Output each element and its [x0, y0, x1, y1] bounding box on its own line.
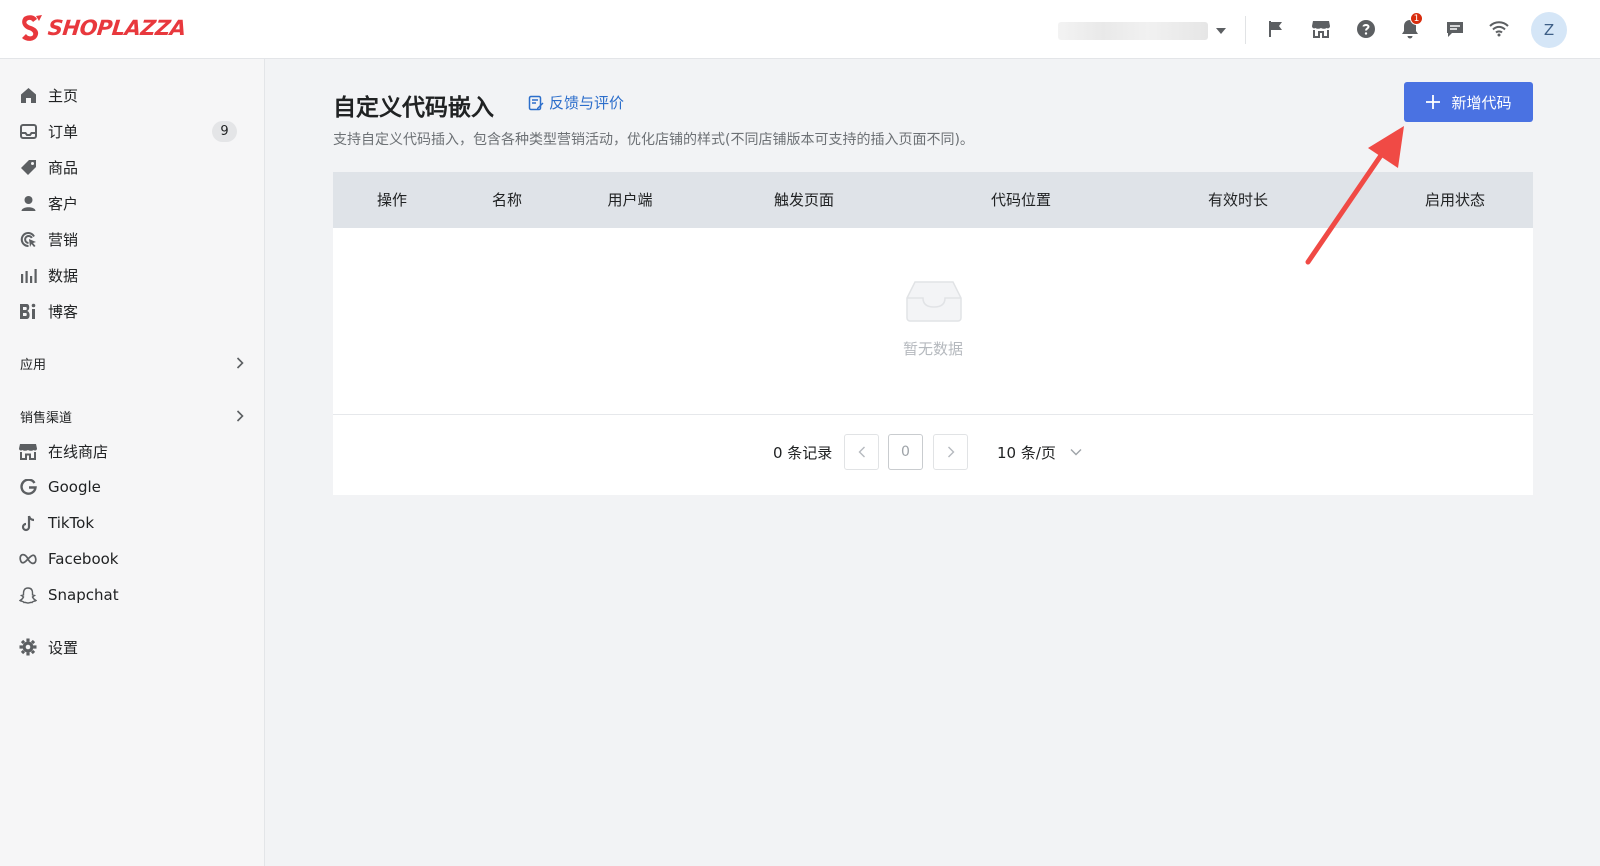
prev-page-button[interactable] — [844, 434, 879, 470]
sidebar-item-label: 在线商店 — [48, 442, 109, 461]
sidebar-item-label: 博客 — [48, 302, 79, 321]
column-header-actions: 操作 — [376, 191, 408, 209]
tiktok-icon — [19, 514, 37, 532]
column-header-code-position: 代码位置 — [990, 191, 1052, 209]
store-name-redacted — [1058, 22, 1208, 40]
column-header-name: 名称 — [491, 191, 523, 209]
sidebar-item-blog[interactable]: 博客 — [0, 295, 265, 327]
user-avatar[interactable]: Z — [1531, 12, 1567, 48]
brand-logo[interactable]: SHOPLAZZA — [20, 14, 188, 42]
chevron-down-icon — [1070, 449, 1082, 456]
sidebar-item-label: 订单 — [48, 122, 79, 141]
sidebar: 主页 订单 9 商品 客户 营销 数据 博客 应用 销售渠道 在线商店 Goog… — [0, 59, 265, 866]
store-icon[interactable] — [1309, 17, 1333, 41]
blog-icon — [19, 302, 37, 320]
sidebar-item-settings[interactable]: 设置 — [0, 631, 265, 663]
sidebar-section-sales-channels[interactable]: 销售渠道 — [20, 405, 244, 427]
meta-icon — [19, 550, 37, 568]
column-header-status: 启用状态 — [1424, 191, 1486, 209]
top-bar: SHOPLAZZA 1 Z — [0, 0, 1600, 59]
orders-icon — [19, 122, 37, 140]
sidebar-item-analytics[interactable]: 数据 — [0, 259, 265, 291]
page-subtitle: 支持自定义代码插入，包含各种类型营销活动，优化店铺的样式(不同店铺版本可支持的插… — [333, 132, 974, 148]
add-code-button[interactable]: 新增代码 — [1404, 82, 1533, 122]
sidebar-item-label: 客户 — [48, 194, 79, 213]
column-header-trigger-page: 触发页面 — [773, 191, 835, 209]
record-count: 0 条记录 — [773, 444, 833, 462]
notification-badge: 1 — [1410, 12, 1423, 25]
empty-state: 暂无数据 — [333, 228, 1533, 586]
header-divider — [1245, 16, 1246, 44]
sidebar-item-customers[interactable]: 客户 — [0, 187, 265, 219]
tag-icon — [19, 158, 37, 176]
page-size-select[interactable]: 10 条/页 — [997, 434, 1097, 470]
section-label: 销售渠道 — [20, 410, 73, 426]
sidebar-item-label: TikTok — [48, 514, 95, 532]
sidebar-item-google[interactable]: Google — [0, 471, 265, 503]
add-code-label: 新增代码 — [1451, 94, 1512, 112]
annotation-arrow-icon — [1305, 126, 1404, 265]
caret-down-icon — [1216, 28, 1226, 34]
feedback-label: 反馈与评价 — [549, 94, 625, 112]
sidebar-item-facebook[interactable]: Facebook — [0, 543, 265, 575]
message-icon[interactable] — [1443, 17, 1467, 41]
sidebar-item-tiktok[interactable]: TikTok — [0, 507, 265, 539]
sidebar-item-label: Snapchat — [48, 586, 119, 604]
gear-icon — [19, 638, 37, 656]
orders-count-badge: 9 — [212, 120, 237, 142]
sidebar-item-label: 营销 — [48, 230, 79, 249]
home-icon — [19, 86, 37, 104]
pagination: 0 条记录 10 条/页 — [333, 434, 1533, 470]
sidebar-section-apps[interactable]: 应用 — [20, 352, 244, 374]
snapchat-icon — [19, 586, 37, 604]
page-title: 自定义代码嵌入 — [333, 95, 494, 121]
plus-icon — [1426, 95, 1441, 109]
sidebar-item-orders[interactable]: 订单 9 — [0, 115, 265, 147]
sidebar-item-products[interactable]: 商品 — [0, 151, 265, 183]
analytics-icon — [19, 266, 37, 284]
divider — [333, 414, 1533, 415]
chevron-left-icon — [858, 446, 865, 458]
store-selector[interactable] — [1058, 21, 1228, 41]
empty-inbox-icon — [906, 281, 962, 322]
brand-name: SHOPLAZZA — [46, 16, 188, 40]
help-icon[interactable] — [1354, 17, 1378, 41]
google-icon — [19, 478, 37, 496]
marketing-icon — [19, 230, 37, 248]
next-page-button[interactable] — [933, 434, 968, 470]
column-header-duration: 有效时长 — [1207, 191, 1269, 209]
sidebar-item-label: 数据 — [48, 266, 79, 285]
sidebar-item-online-store[interactable]: 在线商店 — [0, 435, 265, 467]
feedback-link[interactable]: 反馈与评价 — [528, 92, 624, 113]
sidebar-item-label: Google — [48, 478, 101, 496]
sidebar-item-label: 设置 — [48, 638, 79, 657]
page-size-value: 10 条/页 — [997, 443, 1056, 462]
customer-icon — [19, 194, 37, 212]
column-header-client: 用户端 — [607, 191, 653, 209]
page-number-input[interactable] — [888, 434, 923, 470]
section-label: 应用 — [20, 357, 47, 373]
chevron-right-icon — [236, 357, 244, 369]
sidebar-item-label: 商品 — [48, 158, 79, 177]
wifi-icon[interactable] — [1487, 17, 1511, 41]
sidebar-item-label: 主页 — [48, 86, 79, 105]
shoplazza-logo-icon — [22, 15, 42, 41]
bell-icon[interactable]: 1 — [1398, 12, 1423, 41]
chevron-right-icon — [947, 446, 954, 458]
flag-icon[interactable] — [1264, 17, 1288, 41]
sidebar-item-marketing[interactable]: 营销 — [0, 223, 265, 255]
feedback-edit-icon — [528, 95, 544, 110]
chevron-right-icon — [236, 410, 244, 422]
store-icon — [19, 442, 37, 460]
sidebar-item-label: Facebook — [48, 550, 119, 568]
empty-state-text: 暂无数据 — [902, 340, 964, 358]
sidebar-item-home[interactable]: 主页 — [0, 79, 265, 111]
sidebar-item-snapchat[interactable]: Snapchat — [0, 579, 265, 611]
